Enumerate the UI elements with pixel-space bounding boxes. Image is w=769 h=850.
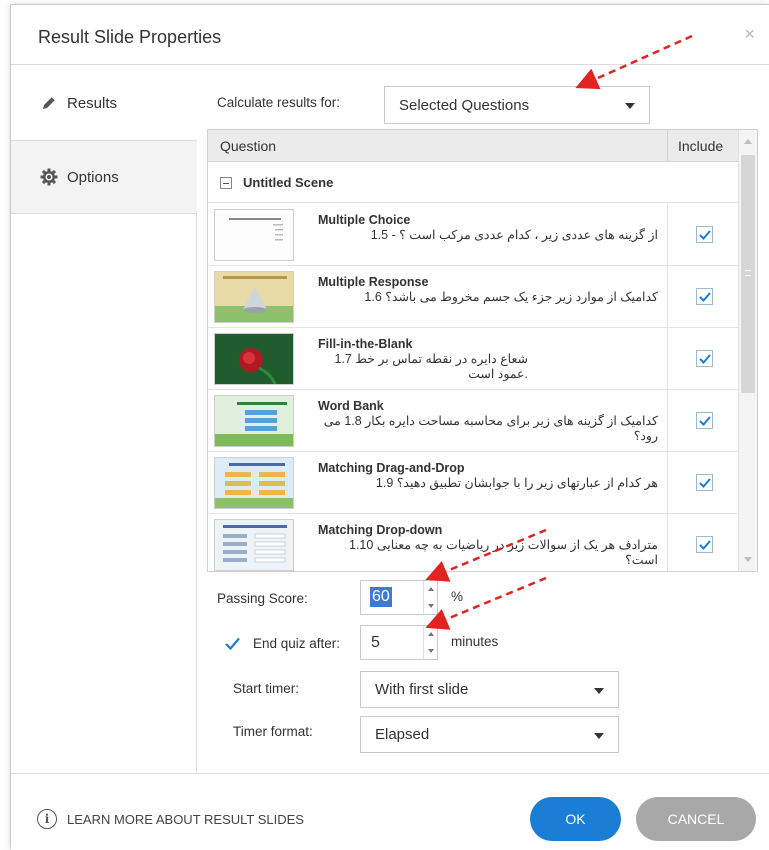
start-timer-dropdown[interactable]: With first slide — [360, 671, 619, 708]
results-panel: Calculate results for: Selected Question… — [197, 66, 769, 773]
question-text: کدامیک از موارد زیر جزء یک جسم مخروط می … — [364, 290, 658, 304]
include-cell — [667, 452, 738, 514]
question-row[interactable]: Matching Drop-down مترادف هر یک از سوالا… — [208, 514, 738, 571]
dialog-footer: i LEARN MORE ABOUT RESULT SLIDES OK CANC… — [11, 773, 769, 850]
question-text: هر کدام از عبارتهای زیر را با جوابشان تط… — [375, 476, 658, 490]
question-type: Multiple Choice — [318, 213, 411, 227]
include-checkbox[interactable] — [696, 536, 713, 553]
end-quiz-minutes-value[interactable]: 5 — [371, 634, 380, 652]
dialog-titlebar: Result Slide Properties × — [11, 5, 769, 65]
include-checkbox[interactable] — [696, 412, 713, 429]
question-text: شعاع دایره در نقطه تماس بر خط 1.7 .عمود … — [334, 352, 528, 381]
collapse-icon[interactable] — [220, 177, 232, 189]
dropdown-value: Selected Questions — [399, 96, 530, 114]
end-quiz-label: End quiz after: — [253, 636, 341, 651]
question-type: Matching Drop-down — [318, 523, 443, 537]
include-cell — [667, 204, 738, 266]
include-cell — [667, 328, 738, 390]
dropdown-value: Elapsed — [375, 726, 430, 743]
grid-header: Question Include — [208, 130, 738, 162]
gear-icon — [39, 167, 59, 187]
decrement-arrow-icon[interactable] — [428, 649, 434, 653]
learn-more-link[interactable]: i LEARN MORE ABOUT RESULT SLIDES — [37, 809, 304, 829]
grid-vertical-scrollbar[interactable] — [738, 130, 757, 571]
slide-thumbnail — [214, 333, 294, 385]
cancel-button[interactable]: CANCEL — [636, 797, 756, 841]
include-cell — [667, 514, 738, 571]
include-cell — [667, 266, 738, 328]
sidebar-item-label: Options — [67, 168, 119, 186]
question-row[interactable]: Fill-in-the-Blank شعاع دایره در نقطه تما… — [208, 328, 738, 390]
end-quiz-minutes-spinner[interactable]: 5 — [360, 625, 438, 660]
include-checkbox[interactable] — [696, 474, 713, 491]
scrollbar-thumb[interactable] — [741, 155, 755, 393]
increment-arrow-icon[interactable] — [428, 587, 434, 591]
spinner-arrows — [423, 626, 437, 659]
question-row[interactable]: Matching Drag-and-Drop هر کدام از عبارته… — [208, 452, 738, 514]
timer-format-dropdown[interactable]: Elapsed — [360, 716, 619, 753]
question-type: Word Bank — [318, 399, 384, 413]
start-timer-label: Start timer: — [233, 681, 300, 696]
scroll-down-arrow-icon[interactable] — [744, 557, 752, 562]
pencil-icon — [39, 93, 59, 113]
percent-unit: % — [451, 589, 464, 604]
sidebar-item-options[interactable]: Options — [11, 140, 197, 214]
end-quiz-checkbox[interactable] — [224, 635, 241, 652]
calculate-results-dropdown[interactable]: Selected Questions — [384, 86, 650, 124]
calculate-results-label: Calculate results for: — [217, 95, 341, 110]
slide-thumbnail — [214, 271, 294, 323]
sidebar-item-results[interactable]: Results — [11, 66, 197, 140]
questions-grid: Question Include Untitled Scene Multiple… — [207, 129, 758, 572]
scene-group-row[interactable]: Untitled Scene — [208, 163, 738, 203]
slide-thumbnail — [214, 457, 294, 509]
slide-thumbnail — [214, 519, 294, 571]
question-row[interactable]: Word Bank کدامیک از گزینه های زیر برای م… — [208, 390, 738, 452]
minutes-unit: minutes — [451, 634, 499, 649]
close-icon[interactable]: × — [744, 24, 755, 45]
timer-format-label: Timer format: — [233, 724, 313, 739]
chevron-down-icon — [594, 688, 604, 694]
slide-thumbnail — [214, 395, 294, 447]
question-row[interactable]: Multiple Response کدامیک از موارد زیر جز… — [208, 266, 738, 328]
spinner-arrows — [423, 581, 437, 614]
column-header-question[interactable]: Question — [220, 138, 276, 154]
question-text: کدامیک از گزینه های زیر برای محاسبه مساح… — [323, 414, 658, 443]
include-cell — [667, 390, 738, 452]
learn-more-text: LEARN MORE ABOUT RESULT SLIDES — [67, 811, 304, 827]
ok-button[interactable]: OK — [530, 797, 621, 841]
question-text: از گزینه های عددی زیر ، کدام عددی مرکب ا… — [370, 228, 658, 242]
passing-score-value[interactable]: 60 — [370, 587, 392, 607]
column-header-include[interactable]: Include — [667, 130, 738, 162]
question-type: Matching Drag-and-Drop — [318, 461, 465, 475]
question-text: مترادف هر یک از سوالات زیر در ریاضیات به… — [349, 538, 658, 567]
question-row[interactable]: Multiple Choice از گزینه های عددی زیر ، … — [208, 204, 738, 266]
chevron-down-icon — [625, 103, 635, 109]
result-slide-properties-dialog: Result Slide Properties × Results Option… — [10, 4, 769, 850]
scene-name: Untitled Scene — [243, 175, 334, 190]
info-icon: i — [37, 809, 57, 829]
scroll-up-arrow-icon[interactable] — [744, 139, 752, 144]
include-checkbox[interactable] — [696, 350, 713, 367]
sidebar: Results Options — [11, 66, 197, 773]
dialog-title: Result Slide Properties — [38, 27, 222, 47]
slide-thumbnail — [214, 209, 294, 261]
increment-arrow-icon[interactable] — [428, 632, 434, 636]
decrement-arrow-icon[interactable] — [428, 604, 434, 608]
passing-score-spinner[interactable]: 60 — [360, 580, 438, 615]
include-checkbox[interactable] — [696, 226, 713, 243]
sidebar-item-label: Results — [67, 94, 118, 112]
grip-icon — [745, 270, 751, 276]
chevron-down-icon — [594, 733, 604, 739]
passing-score-label: Passing Score: — [217, 591, 308, 606]
question-type: Multiple Response — [318, 275, 429, 289]
dropdown-value: With first slide — [375, 681, 469, 698]
question-type: Fill-in-the-Blank — [318, 337, 413, 351]
include-checkbox[interactable] — [696, 288, 713, 305]
